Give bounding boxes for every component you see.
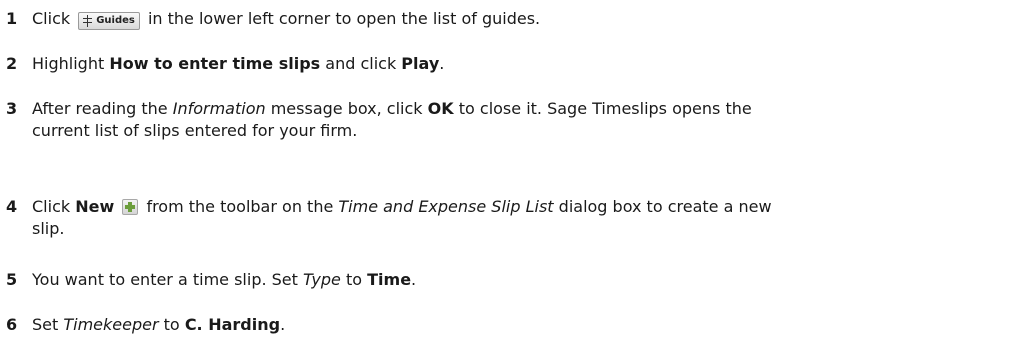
step-text-before: Click: [32, 197, 71, 216]
step-text-after: dialog box to create a new: [558, 197, 772, 216]
step-text-middle: from the toolbar on the: [146, 197, 334, 216]
type-label: Type: [303, 270, 341, 289]
step-text-middle: to: [345, 270, 363, 289]
step-text-middle: and click: [325, 54, 397, 73]
guides-button-label: Guides: [96, 15, 135, 26]
step-text-end: .: [411, 270, 417, 289]
step-text: Highlight How to enter time slips and cl…: [32, 53, 972, 75]
guides-icon: [82, 15, 93, 27]
step-text-before: Click: [32, 9, 71, 28]
step-text-end: .: [439, 54, 445, 73]
ok-label: OK: [427, 99, 454, 118]
step-text-after: to close it. Sage Timeslips opens the: [458, 99, 752, 118]
step-text-middle: to: [163, 315, 180, 334]
new-plus-icon: [122, 199, 139, 215]
step-text: Click New from the toolbar on the Time a…: [32, 196, 972, 240]
guides-button-image: Guides: [78, 12, 140, 30]
step-text: After reading the Information message bo…: [32, 98, 972, 142]
step-number: 5: [6, 270, 18, 289]
information-label: Information: [172, 99, 266, 118]
step-text-after: in the lower left corner to open the lis…: [147, 9, 541, 28]
step-text-line2: current list of slips entered for your f…: [32, 121, 358, 140]
step-number: 6: [6, 315, 18, 334]
step-text-before: Set: [32, 315, 59, 334]
play-label: Play: [401, 54, 440, 73]
timekeeper-value: C. Harding: [184, 315, 281, 334]
step-number: 1: [6, 9, 18, 28]
step-text: Set Timekeeper to C. Harding.: [32, 314, 972, 336]
timekeeper-label: Timekeeper: [63, 315, 159, 334]
time-value: Time: [367, 270, 412, 289]
slip-list-label: Time and Expense Slip List: [338, 197, 554, 216]
step-number: 3: [6, 99, 18, 118]
guide-name: How to enter time slips: [109, 54, 321, 73]
step-number: 4: [6, 197, 18, 216]
step-number: 2: [6, 54, 18, 73]
step-text-middle: message box, click: [270, 99, 423, 118]
step-text: You want to enter a time slip. Set Type …: [32, 269, 972, 291]
step-text-before: You want to enter a time slip. Set: [32, 270, 298, 289]
new-label: New: [75, 197, 115, 216]
step-text: Click Guides in the lower left corner to…: [32, 8, 972, 30]
step-text-end: .: [280, 315, 286, 334]
step-text-line2: slip.: [32, 219, 65, 238]
step-text-before: After reading the: [32, 99, 168, 118]
step-text-before: Highlight: [32, 54, 105, 73]
